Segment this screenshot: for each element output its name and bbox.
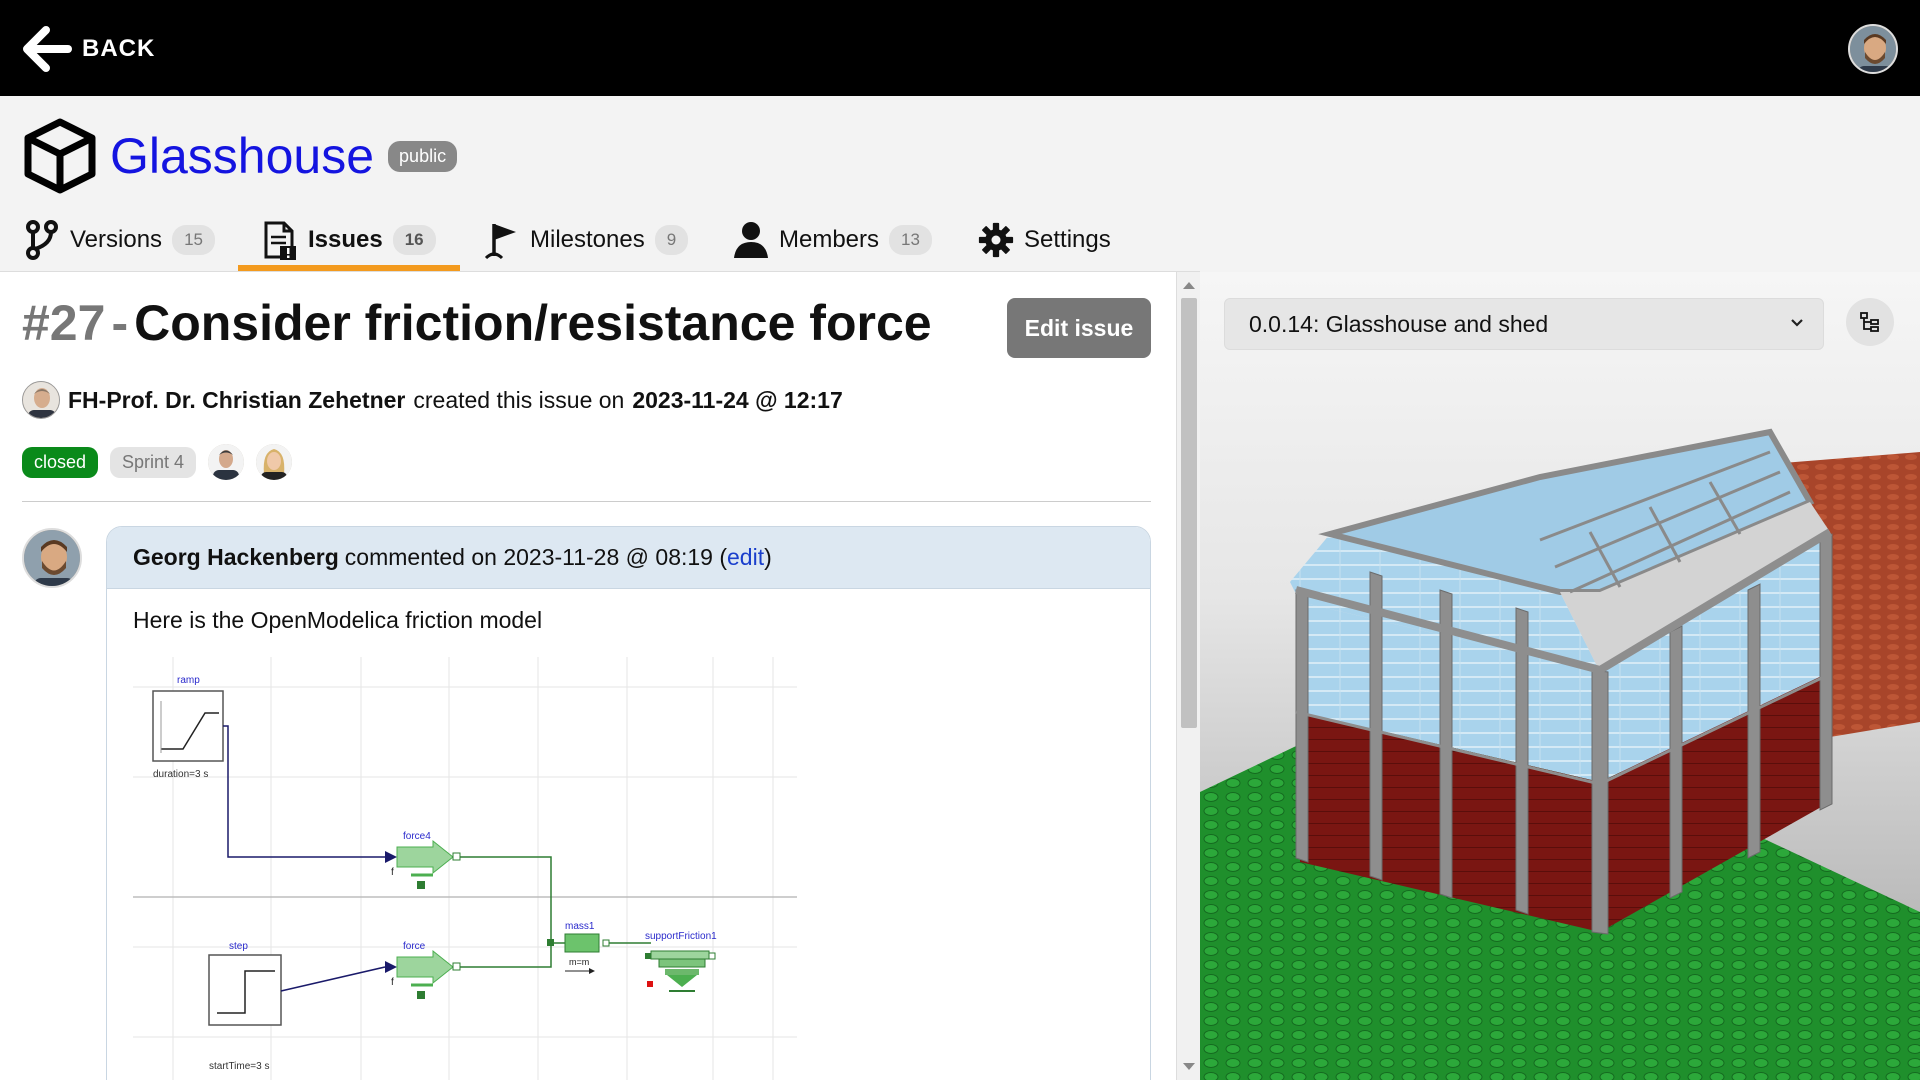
comment-close-paren: ) (764, 544, 772, 570)
back-button[interactable]: BACK (22, 26, 155, 72)
issue-meta: FH-Prof. Dr. Christian Zehetner created … (22, 380, 843, 420)
mass-label: mass1 (565, 921, 595, 932)
tab-members-count: 13 (889, 225, 932, 255)
tab-issues[interactable]: Issues 16 (262, 208, 436, 272)
force4-f-label: f (391, 867, 394, 878)
ramp-label: ramp (177, 675, 200, 686)
comment-body: Here is the OpenModelica friction model (133, 607, 543, 633)
top-bar: BACK (0, 0, 1920, 96)
assignee-avatar[interactable] (256, 444, 293, 480)
step-param: startTime=3 s (209, 1061, 269, 1072)
step-label: step (229, 941, 248, 952)
version-select-value: 0.0.14: Glasshouse and shed (1249, 310, 1549, 337)
created-text: created this issue on (413, 386, 625, 413)
friction-model-diagram: ramp duration=3 s force4 f force f mass1… (133, 657, 797, 1080)
author-avatar-image (23, 382, 59, 418)
chevron-down-icon (1791, 319, 1803, 327)
tab-milestones-count: 9 (654, 225, 689, 255)
scroll-thumb[interactable] (1181, 298, 1197, 728)
edit-issue-button[interactable]: Edit issue (1007, 298, 1151, 358)
issue-icon (264, 221, 296, 260)
back-label: BACK (82, 35, 156, 62)
commenter-avatar[interactable] (22, 528, 82, 588)
tab-settings[interactable]: Settings (978, 208, 1111, 272)
tab-versions[interactable]: Versions 15 (24, 208, 215, 272)
model-viewer[interactable]: 0.0.14: Glasshouse and shed (1200, 272, 1920, 1080)
project-title[interactable]: Glasshouse (110, 127, 374, 185)
comment-author[interactable]: Georg Hackenberg (133, 544, 339, 571)
mass-block (564, 933, 600, 953)
visibility-badge: public (388, 140, 458, 172)
commenter-avatar-image (24, 530, 80, 586)
tab-issues-label: Issues (308, 226, 383, 253)
tab-versions-count: 15 (172, 225, 215, 255)
support-friction-label: supportFriction1 (645, 931, 717, 942)
comment-edit-link[interactable]: edit (727, 544, 764, 570)
tab-versions-label: Versions (70, 226, 163, 253)
tab-milestones-label: Milestones (530, 226, 645, 253)
issue-scrollbar[interactable] (1176, 272, 1200, 1080)
force-f-label: f (391, 977, 394, 988)
glasshouse-3d-scene[interactable] (1200, 272, 1920, 1080)
author-avatar[interactable] (22, 381, 60, 419)
model-tree-button[interactable] (1846, 298, 1894, 346)
tree-structure-icon (1860, 312, 1879, 332)
force4-label: force4 (403, 831, 431, 842)
avatar-image (1850, 26, 1896, 72)
mass-param: m=m (569, 957, 589, 967)
created-date: 2023-11-24 @ 12:17 (632, 386, 843, 413)
issue-tags: closed Sprint 4 (22, 442, 293, 482)
branch-icon (26, 220, 58, 260)
tab-issues-count: 16 (392, 225, 436, 255)
assignee-avatar[interactable] (208, 444, 245, 480)
issue-title: Consider friction/resistance force (134, 295, 932, 351)
tab-settings-label: Settings (1024, 226, 1111, 253)
force-label: force (403, 941, 426, 952)
person-icon (734, 222, 768, 258)
assignee-avatar-image (208, 444, 245, 480)
version-select[interactable]: 0.0.14: Glasshouse and shed (1224, 298, 1824, 350)
tab-members-label: Members (779, 226, 880, 253)
issue-heading: #27- Consider friction/resistance force (22, 294, 932, 352)
issue-panel: #27- Consider friction/resistance force E… (0, 272, 1176, 1080)
tab-milestones[interactable]: Milestones 9 (484, 208, 689, 272)
status-badge: closed (22, 446, 99, 478)
section-divider (22, 501, 1151, 502)
milestone-flag-icon (484, 224, 516, 260)
gear-icon (978, 222, 1014, 258)
user-avatar[interactable] (1848, 24, 1898, 74)
comment-date-text: commented on 2023-11-28 @ 08:19 ( (344, 544, 728, 570)
scroll-down-arrow[interactable] (1183, 1063, 1195, 1070)
assignee-avatar-image (256, 444, 293, 480)
ramp-block (152, 690, 224, 762)
author-name[interactable]: FH-Prof. Dr. Christian Zehetner (68, 387, 405, 414)
arrow-left-icon (23, 26, 72, 72)
comment-meta: commented on 2023-11-28 @ 08:19 (edit) (345, 544, 772, 571)
issue-number: #27 (22, 295, 106, 351)
ramp-param: duration=3 s (153, 769, 208, 780)
project-header: Glasshouse public (22, 118, 458, 194)
title-dash: - (111, 295, 129, 351)
project-tabs: Versions 15 Issues 16 Milestones 9 Membe… (0, 208, 1200, 272)
comment-card: Georg Hackenberg commented on 2023-11-28… (106, 526, 1151, 1080)
milestone-badge[interactable]: Sprint 4 (110, 446, 197, 478)
tab-members[interactable]: Members 13 (733, 208, 932, 272)
scroll-up-arrow[interactable] (1183, 282, 1195, 289)
cube-icon (24, 118, 96, 194)
comment-header: Georg Hackenberg commented on 2023-11-28… (107, 527, 1150, 589)
